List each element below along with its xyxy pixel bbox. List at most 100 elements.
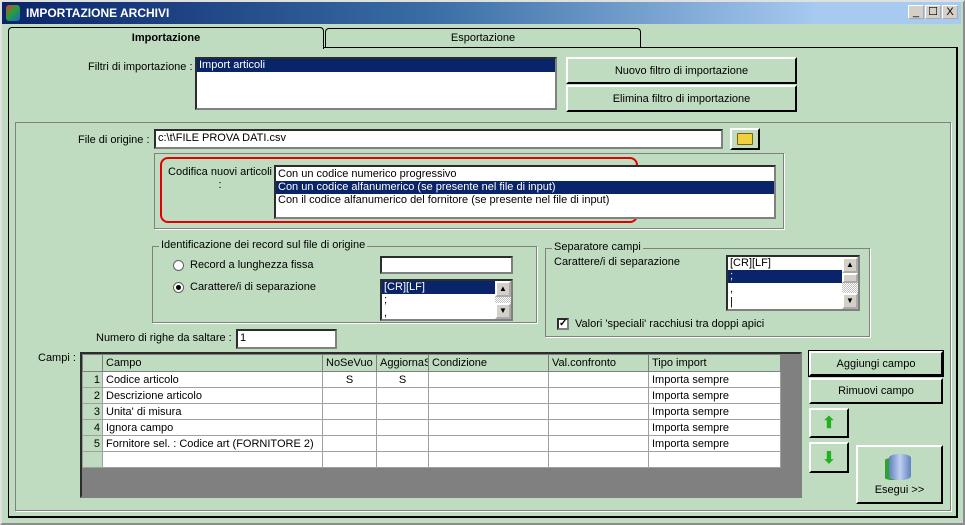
record-length-input[interactable]: [380, 256, 513, 274]
codifica-list[interactable]: Con un codice numerico progressivo Con u…: [274, 165, 776, 219]
browse-folder-button[interactable]: [730, 128, 760, 150]
table-cell[interactable]: [428, 387, 549, 404]
table-cell[interactable]: Descrizione articolo: [102, 387, 323, 404]
table-cell[interactable]: [428, 403, 549, 420]
scroll-down-icon[interactable]: ▼: [842, 293, 858, 309]
new-filter-button[interactable]: Nuovo filtro di importazione: [566, 57, 797, 84]
table-cell[interactable]: [322, 387, 377, 404]
fields-grid[interactable]: Campo NoSeVuo AggiornaS Condizione Val.confr…: [80, 352, 802, 498]
list-item[interactable]: ;: [728, 270, 858, 283]
row-number[interactable]: [82, 451, 103, 468]
remove-field-button[interactable]: Rimuovi campo: [809, 378, 943, 404]
table-cell[interactable]: [322, 451, 377, 468]
special-values-label: Valori 'speciali' racchiusi tra doppi ap…: [575, 318, 765, 330]
column-header[interactable]: AggiornaS: [376, 354, 429, 372]
table-cell[interactable]: Importa sempre: [648, 387, 781, 404]
column-header[interactable]: Campo: [102, 354, 323, 372]
table-cell[interactable]: [428, 435, 549, 452]
table-cell[interactable]: [376, 403, 429, 420]
table-cell[interactable]: [548, 419, 649, 436]
column-header[interactable]: NoSeVuo: [322, 354, 377, 372]
special-values-checkbox[interactable]: ✓: [557, 318, 569, 330]
table-cell[interactable]: [376, 419, 429, 436]
table-row[interactable]: 2 Descrizione articolo Importa sempre: [82, 387, 781, 404]
list-item[interactable]: ,: [728, 283, 858, 296]
table-cell[interactable]: Importa sempre: [648, 371, 781, 388]
filters-list[interactable]: Import articoli: [195, 57, 557, 110]
table-cell[interactable]: [428, 419, 549, 436]
folder-icon: [737, 133, 753, 145]
grid-header: Campo NoSeVuo AggiornaS Condizione Val.confr…: [82, 354, 781, 372]
table-cell[interactable]: Ignora campo: [102, 419, 323, 436]
move-up-button[interactable]: ⬆: [809, 408, 849, 438]
add-field-button[interactable]: Aggiungi campo: [808, 350, 944, 377]
table-cell[interactable]: S: [376, 371, 429, 388]
table-row[interactable]: 3 Unita' di misura Importa sempre: [82, 403, 781, 420]
row-number[interactable]: 5: [82, 435, 103, 452]
scroll-up-icon[interactable]: ▲: [842, 257, 858, 273]
list-item[interactable]: Con il codice alfanumerico del fornitore…: [276, 194, 774, 207]
list-item[interactable]: Con un codice numerico progressivo: [276, 168, 774, 181]
row-number[interactable]: 3: [82, 403, 103, 420]
table-cell[interactable]: Codice articolo: [102, 371, 323, 388]
move-down-button[interactable]: ⬇: [809, 442, 849, 473]
delete-filter-button[interactable]: Elimina filtro di importazione: [566, 85, 797, 112]
campi-label: Campi :: [38, 352, 76, 364]
radio-separator[interactable]: [173, 282, 184, 293]
list-item[interactable]: |: [728, 296, 858, 309]
table-cell[interactable]: Unita' di misura: [102, 403, 323, 420]
table-cell[interactable]: [548, 435, 649, 452]
table-row[interactable]: 5 Fornitore sel. : Codice art (FORNITORE …: [82, 435, 781, 452]
list-item[interactable]: Con un codice alfanumerico (se presente …: [276, 181, 774, 194]
list-item[interactable]: ;: [382, 294, 511, 307]
list-item[interactable]: Import articoli: [197, 59, 555, 72]
table-cell[interactable]: [428, 371, 549, 388]
column-header[interactable]: Condizione: [428, 354, 549, 372]
table-cell[interactable]: [376, 435, 429, 452]
table-cell[interactable]: [322, 403, 377, 420]
minimize-button[interactable]: _: [908, 5, 924, 19]
table-cell[interactable]: Importa sempre: [648, 419, 781, 436]
table-cell[interactable]: Importa sempre: [648, 435, 781, 452]
column-header[interactable]: Val.confronto: [548, 354, 649, 372]
scroll-down-icon[interactable]: ▼: [495, 303, 511, 319]
tab-importazione[interactable]: Importazione: [8, 27, 324, 49]
table-cell[interactable]: [322, 435, 377, 452]
list-item[interactable]: [CR][LF]: [728, 257, 858, 270]
radio-fixed-length[interactable]: [173, 260, 184, 271]
table-cell[interactable]: [376, 387, 429, 404]
table-cell[interactable]: [102, 451, 323, 468]
file-path-input[interactable]: c:\t\FILE PROVA DATI.csv: [154, 129, 723, 149]
table-cell[interactable]: [548, 387, 649, 404]
row-number[interactable]: 2: [82, 387, 103, 404]
table-cell[interactable]: [428, 451, 549, 468]
table-cell[interactable]: [322, 419, 377, 436]
skip-rows-input[interactable]: 1: [236, 329, 337, 349]
run-button[interactable]: Esegui >>: [856, 445, 943, 504]
table-row[interactable]: 1 Codice articolo S S Importa sempre: [82, 371, 781, 388]
scroll-up-icon[interactable]: ▲: [495, 281, 511, 297]
scroll-thumb[interactable]: [842, 273, 858, 283]
row-number[interactable]: 4: [82, 419, 103, 436]
scrollbar[interactable]: ▲ ▼: [495, 281, 511, 319]
table-row[interactable]: [82, 451, 781, 468]
table-row[interactable]: 4 Ignora campo Importa sempre: [82, 419, 781, 436]
column-header[interactable]: Tipo import: [648, 354, 781, 372]
close-button[interactable]: X: [942, 5, 958, 19]
table-cell[interactable]: Fornitore sel. : Codice art (FORNITORE 2…: [102, 435, 323, 452]
row-number[interactable]: 1: [82, 371, 103, 388]
tab-esportazione[interactable]: Esportazione: [325, 28, 641, 47]
table-cell[interactable]: [548, 403, 649, 420]
table-cell[interactable]: Importa sempre: [648, 403, 781, 420]
record-separator-list[interactable]: [CR][LF] ; , ▲ ▼: [380, 279, 513, 321]
table-cell[interactable]: [548, 371, 649, 388]
list-item[interactable]: ,: [382, 307, 511, 320]
table-cell[interactable]: [376, 451, 429, 468]
table-cell[interactable]: [548, 451, 649, 468]
table-cell[interactable]: S: [322, 371, 377, 388]
scrollbar[interactable]: ▲ ▼: [842, 257, 858, 309]
maximize-button[interactable]: ☐: [925, 5, 941, 19]
field-separator-list[interactable]: [CR][LF] ; , | ▲ ▼: [726, 255, 860, 311]
table-cell[interactable]: [648, 451, 781, 468]
list-item[interactable]: [CR][LF]: [382, 281, 495, 294]
